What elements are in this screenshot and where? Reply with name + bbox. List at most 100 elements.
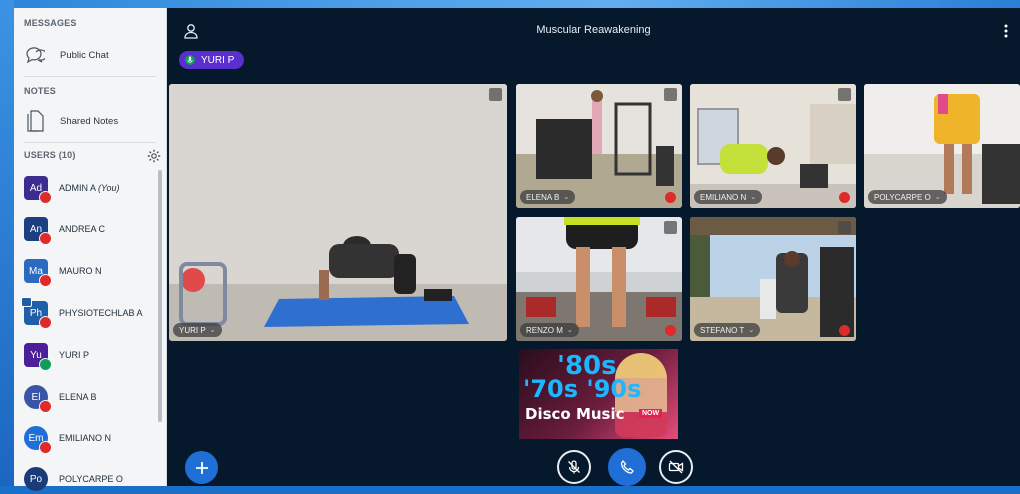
mic-muted-icon bbox=[665, 325, 676, 336]
chevron-down-icon: ⌄ bbox=[748, 327, 755, 334]
chevron-down-icon: ⌄ bbox=[934, 194, 941, 201]
user-name-text: ADMIN A bbox=[59, 183, 96, 193]
user-item[interactable]: An ANDREA C bbox=[24, 214, 150, 245]
tile-name: RENZO M bbox=[526, 325, 563, 335]
chevron-down-icon: ⌄ bbox=[750, 194, 757, 201]
plus-icon bbox=[195, 461, 208, 474]
mic-muted-icon bbox=[39, 400, 52, 413]
user-name: YURI P bbox=[59, 350, 90, 360]
tile-name: YURI P bbox=[179, 325, 206, 335]
unmute-mic-button[interactable] bbox=[557, 450, 591, 484]
user-item[interactable]: Po POLYCARPE O bbox=[24, 464, 150, 494]
tile-name-badge[interactable]: RENZO M ⌄ bbox=[520, 323, 579, 337]
fullscreen-expand-icon[interactable] bbox=[489, 88, 502, 101]
user-name: ANDREA C bbox=[59, 224, 106, 234]
user-sidebar: MESSAGES Public Chat NOTES Shared Notes … bbox=[14, 8, 167, 491]
desktop-background-left bbox=[0, 0, 14, 486]
camera-off-icon bbox=[668, 460, 684, 474]
avatar: Yu bbox=[24, 343, 52, 371]
talking-user-name: YURI P bbox=[201, 54, 235, 66]
cover-badge-now: NOW bbox=[639, 409, 663, 418]
leave-audio-button[interactable] bbox=[608, 448, 646, 486]
video-frame bbox=[169, 84, 507, 341]
desktop-background bbox=[0, 0, 1020, 8]
notes-section-title: NOTES bbox=[24, 86, 57, 96]
meeting-main-area: Muscular Reawakening YURI P YURI P ⌄ ELE… bbox=[167, 8, 1020, 486]
user-item[interactable]: El ELENA B bbox=[24, 382, 150, 413]
avatar: Em bbox=[24, 426, 52, 454]
avatar: Po bbox=[24, 467, 48, 491]
video-tile-stefano[interactable]: STEFANO T ⌄ bbox=[690, 217, 856, 341]
user-name: ADMIN A (You) bbox=[59, 183, 120, 193]
avatar: Ph bbox=[21, 297, 52, 329]
user-name: PHYSIOTECHLAB A bbox=[59, 308, 143, 318]
talking-indicator[interactable]: YURI P bbox=[179, 51, 245, 69]
divider bbox=[24, 76, 156, 77]
users-settings-gear-icon[interactable] bbox=[147, 149, 161, 163]
chevron-down-icon: ⌄ bbox=[566, 327, 573, 334]
tile-name: EMILIANO N bbox=[700, 192, 747, 202]
video-tile-emiliano[interactable]: EMILIANO N ⌄ bbox=[690, 84, 856, 208]
mic-muted-icon bbox=[39, 316, 52, 329]
tile-name-badge[interactable]: POLYCARPE O ⌄ bbox=[868, 190, 947, 204]
fullscreen-expand-icon[interactable] bbox=[838, 221, 851, 234]
video-tile-elena[interactable]: ELENA B ⌄ bbox=[516, 84, 682, 208]
user-item[interactable]: Ph PHYSIOTECHLAB A bbox=[21, 297, 150, 329]
video-tile-yuri[interactable]: YURI P ⌄ bbox=[169, 84, 507, 341]
mic-muted-icon bbox=[39, 232, 52, 245]
chat-bubble-icon bbox=[24, 44, 46, 66]
avatar: Ad bbox=[24, 176, 52, 204]
avatar: Ma bbox=[24, 259, 52, 287]
mic-muted-icon bbox=[39, 441, 52, 454]
shared-notes-item[interactable]: Shared Notes bbox=[24, 108, 156, 134]
meeting-title: Muscular Reawakening bbox=[536, 24, 651, 36]
user-name: EMILIANO N bbox=[59, 433, 112, 443]
avatar: El bbox=[24, 385, 52, 413]
phone-icon bbox=[620, 459, 634, 474]
presenter-icon bbox=[21, 297, 32, 307]
mic-muted-icon bbox=[39, 274, 52, 287]
public-chat-label: Public Chat bbox=[60, 49, 109, 61]
options-menu-icon[interactable] bbox=[1003, 23, 1009, 39]
fullscreen-expand-icon[interactable] bbox=[838, 88, 851, 101]
user-list-scrollbar[interactable] bbox=[158, 170, 162, 422]
tile-name-badge[interactable]: EMILIANO N ⌄ bbox=[694, 190, 763, 204]
mic-on-icon bbox=[185, 55, 195, 65]
mic-muted-icon bbox=[39, 191, 52, 204]
messages-section-title: MESSAGES bbox=[24, 18, 77, 28]
mic-on-icon bbox=[39, 358, 52, 371]
user-item[interactable]: Ad ADMIN A (You) bbox=[24, 173, 150, 204]
notes-document-icon bbox=[24, 110, 46, 132]
fullscreen-expand-icon[interactable] bbox=[664, 221, 677, 234]
tile-name-badge[interactable]: STEFANO T ⌄ bbox=[694, 323, 761, 337]
actions-plus-button[interactable] bbox=[185, 451, 218, 484]
users-section-title: USERS (10) bbox=[24, 150, 76, 160]
user-item[interactable]: Ma MAURO N bbox=[24, 256, 150, 287]
user-you-tag: (You) bbox=[98, 183, 120, 193]
tile-name-badge[interactable]: YURI P ⌄ bbox=[173, 323, 222, 337]
avatar-initials: Po bbox=[29, 473, 43, 485]
share-webcam-button[interactable] bbox=[659, 450, 693, 484]
shared-notes-label: Shared Notes bbox=[60, 115, 119, 127]
external-video-tile[interactable]: '80s '70s '90s Disco Music NOW bbox=[519, 349, 678, 439]
chevron-down-icon: ⌄ bbox=[209, 327, 216, 334]
fullscreen-expand-icon[interactable] bbox=[664, 88, 677, 101]
tile-name-badge[interactable]: ELENA B ⌄ bbox=[520, 190, 576, 204]
user-name: POLYCARPE O bbox=[59, 474, 123, 484]
mic-muted-icon bbox=[665, 192, 676, 203]
user-item[interactable]: Em EMILIANO N bbox=[24, 423, 150, 454]
cover-text-disco: Disco Music bbox=[525, 405, 625, 423]
avatar-initials: El bbox=[31, 391, 41, 403]
chevron-down-icon: ⌄ bbox=[563, 194, 570, 201]
user-item[interactable]: Yu YURI P bbox=[24, 340, 150, 371]
tile-name: ELENA B bbox=[526, 192, 560, 202]
divider bbox=[24, 142, 156, 143]
user-name: MAURO N bbox=[59, 266, 102, 276]
mic-muted-icon bbox=[839, 192, 850, 203]
video-tile-polycarpe[interactable]: POLYCARPE O ⌄ bbox=[864, 84, 1020, 208]
video-tile-renzo[interactable]: RENZO M ⌄ bbox=[516, 217, 682, 341]
cover-text-70s-90s: '70s '90s bbox=[523, 375, 642, 403]
public-chat-item[interactable]: Public Chat bbox=[24, 42, 156, 68]
mic-off-icon bbox=[568, 460, 580, 474]
user-name: ELENA B bbox=[59, 392, 97, 402]
